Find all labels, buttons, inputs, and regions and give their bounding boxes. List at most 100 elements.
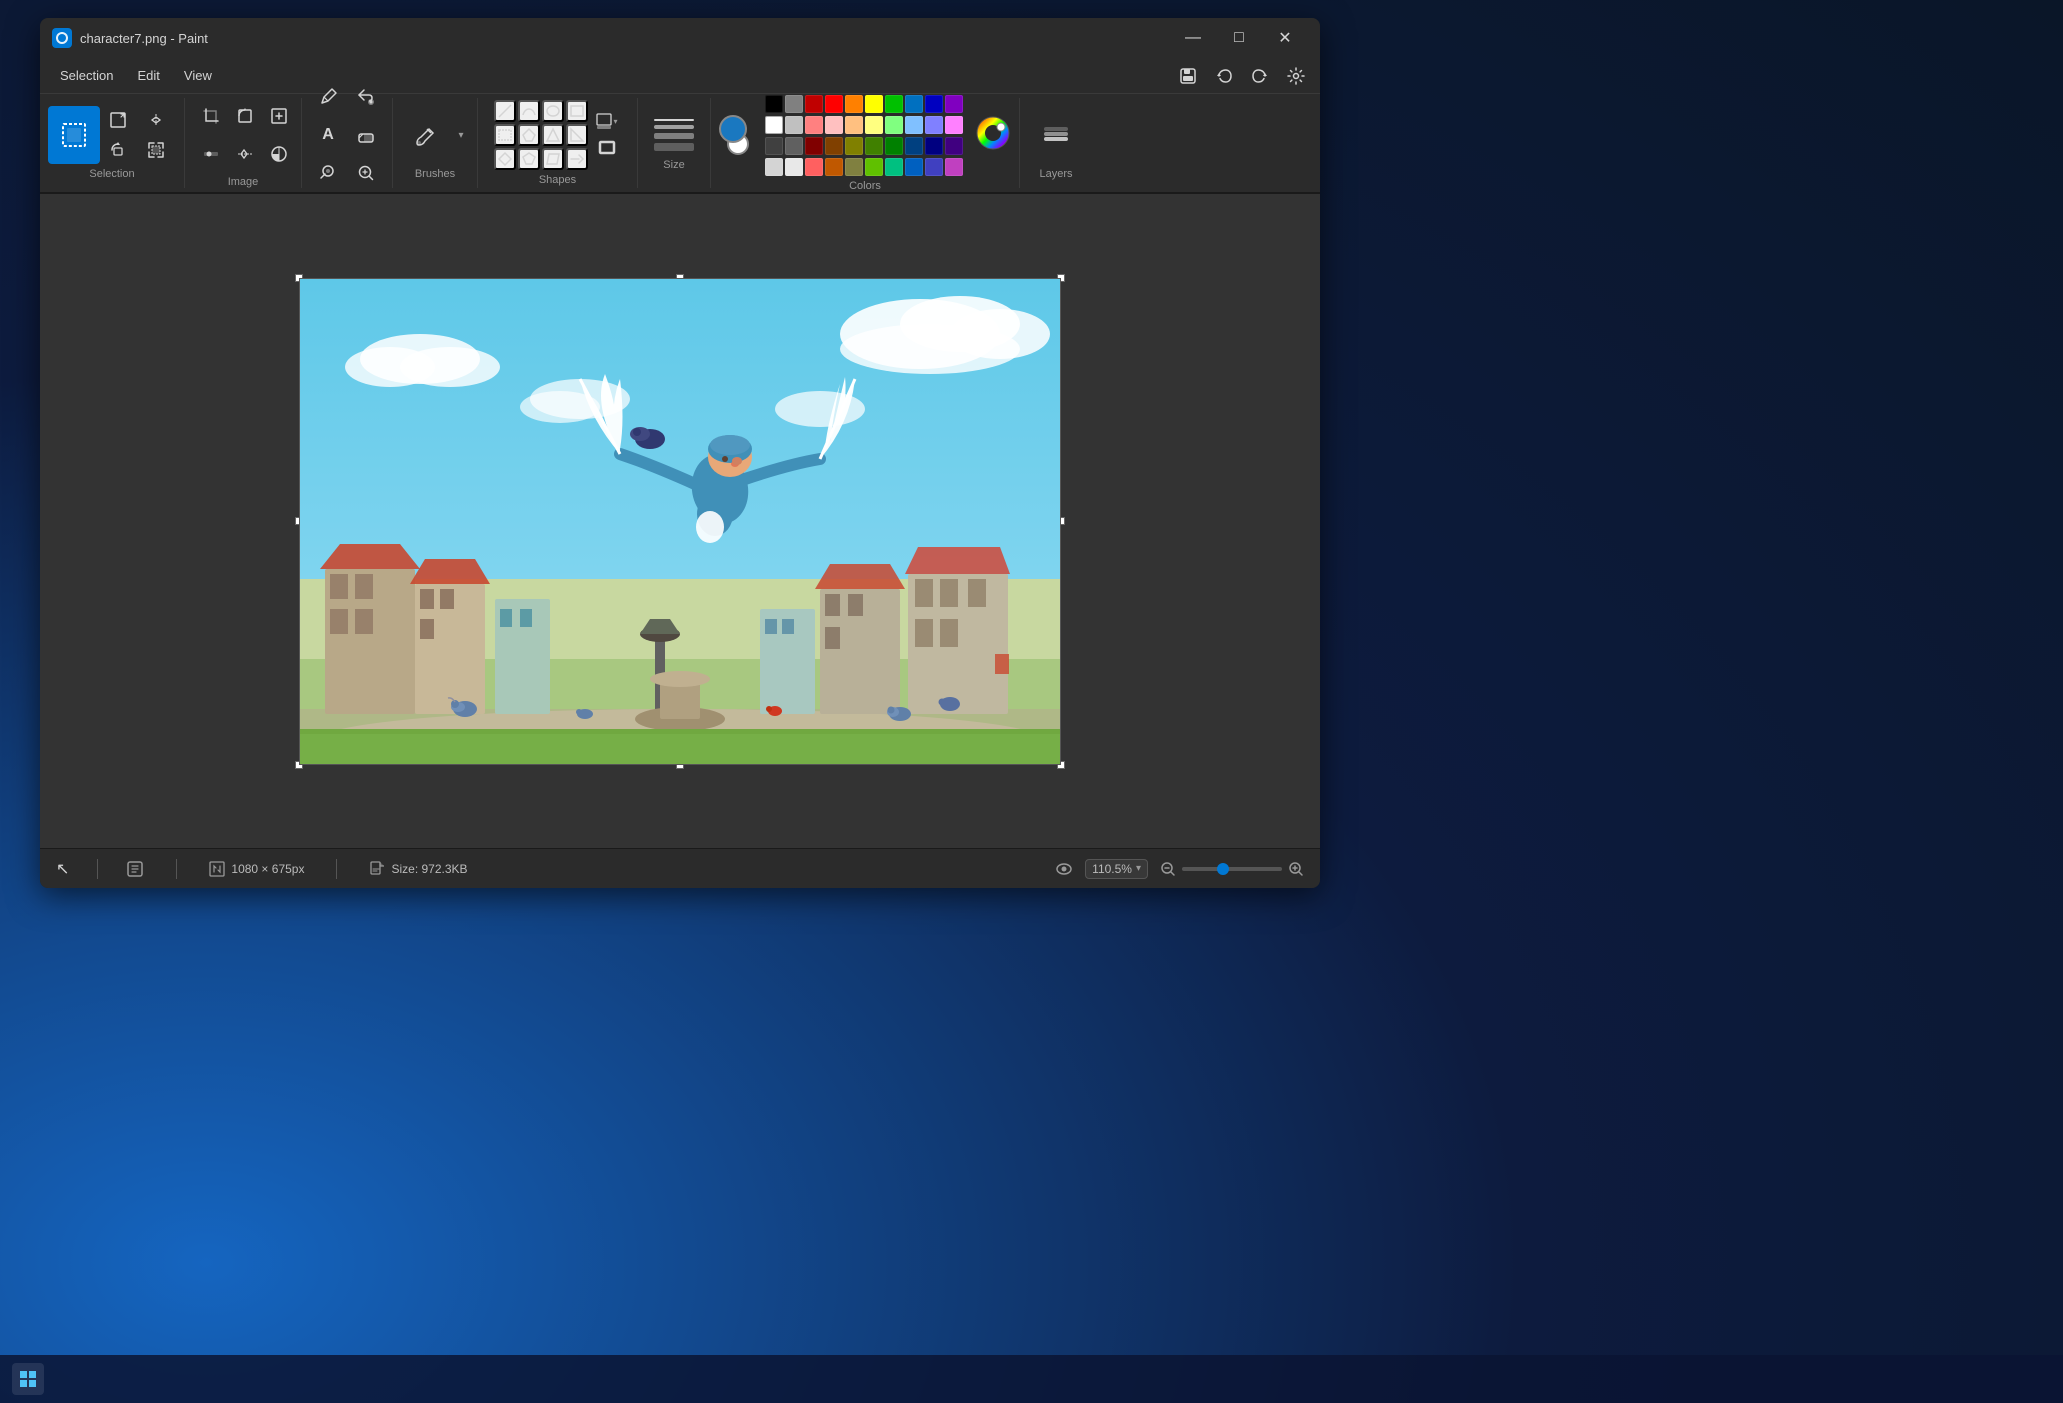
undo-button[interactable] [1208, 62, 1240, 90]
shape-triangle[interactable] [542, 124, 564, 146]
color-swatch-cornflower[interactable] [905, 158, 923, 176]
color-swatch-yellow[interactable] [865, 95, 883, 113]
color-swatch-lightyellow[interactable] [865, 116, 883, 134]
view-options-btn[interactable] [1055, 860, 1073, 878]
color-swatch-lightgreen[interactable] [885, 116, 903, 134]
color-swatch-orange[interactable] [845, 95, 863, 113]
save-button[interactable] [1172, 62, 1204, 90]
zoom-dropdown[interactable]: 110.5% ▾ [1085, 859, 1148, 879]
close-button[interactable]: ✕ [1262, 22, 1308, 54]
shape-ellipse[interactable] [542, 100, 564, 122]
shape-fill-dropdown[interactable]: ▾ [592, 108, 622, 134]
color-swatch-darkred[interactable] [805, 95, 823, 113]
color-swatch-slateblue[interactable] [925, 158, 943, 176]
color-swatch-aqua[interactable] [885, 158, 903, 176]
eraser-button[interactable] [348, 117, 384, 153]
color-swatch-white[interactable] [765, 116, 783, 134]
color-swatch-blue[interactable] [905, 95, 923, 113]
selection-button[interactable] [48, 106, 100, 164]
size-selector[interactable] [646, 115, 702, 155]
fill-button[interactable] [348, 79, 384, 115]
menu-edit[interactable]: Edit [125, 64, 171, 87]
color-swatch-red[interactable] [825, 95, 843, 113]
color-swatch-chartreuse[interactable] [865, 158, 883, 176]
color-swatch-gray[interactable] [785, 95, 803, 113]
flip-h-button[interactable] [140, 106, 172, 134]
shape-pentagon[interactable] [518, 148, 540, 170]
brushes-dropdown[interactable]: ▾ [453, 106, 469, 164]
color-swatch-olive[interactable] [845, 137, 863, 155]
color-swatch-magenta[interactable] [945, 116, 963, 134]
adjust-btn[interactable] [193, 136, 229, 172]
color-swatch-sienna[interactable] [825, 158, 843, 176]
shape-line[interactable] [494, 100, 516, 122]
color-swatch-khaki[interactable] [845, 158, 863, 176]
shape-polygon[interactable] [518, 124, 540, 146]
color-swatch-salmon[interactable] [805, 158, 823, 176]
redo-button[interactable] [1244, 62, 1276, 90]
settings-button[interactable] [1280, 62, 1312, 90]
color-swatch-navy[interactable] [905, 137, 923, 155]
crop-button[interactable] [193, 98, 229, 134]
color-swatch-lightblue[interactable] [905, 116, 923, 134]
color-swatch-teal[interactable] [885, 137, 903, 155]
color-swatch-darkblue[interactable] [925, 95, 943, 113]
zoom-in-button[interactable] [1288, 861, 1304, 877]
resize-crop-btn[interactable] [261, 98, 297, 134]
ribbon-group-layers: Layers [1020, 98, 1092, 188]
shape-parallelogram[interactable] [542, 148, 564, 170]
shape-curve[interactable] [518, 100, 540, 122]
start-button[interactable] [12, 1363, 44, 1395]
menu-file[interactable]: Selection [48, 64, 125, 87]
maximize-button[interactable]: □ [1216, 22, 1262, 54]
color-swatch-lightred[interactable] [805, 116, 823, 134]
size-label: Size [663, 159, 684, 171]
resize-button[interactable] [102, 106, 134, 134]
shape-arrow[interactable] [566, 148, 588, 170]
color-swatch-silver[interactable] [785, 116, 803, 134]
flip-v-btn[interactable] [227, 136, 263, 172]
color-swatch-lime[interactable] [865, 137, 883, 155]
pencil-button[interactable] [310, 79, 346, 115]
zoom-out-button[interactable] [1160, 861, 1176, 877]
color-swatch-brown[interactable] [825, 137, 843, 155]
color-swatch-green[interactable] [885, 95, 903, 113]
zoom-slider[interactable] [1182, 867, 1282, 871]
layers-button[interactable] [1030, 106, 1082, 164]
color-swatch-maroon[interactable] [805, 137, 823, 155]
ribbon: Selection [40, 94, 1320, 194]
color-swatch-black[interactable] [765, 95, 783, 113]
color-swatch-darkgray1[interactable] [765, 137, 783, 155]
shape-diamond[interactable] [494, 148, 516, 170]
text-button[interactable]: A [310, 117, 346, 153]
color-swatch-pink[interactable] [825, 116, 843, 134]
invert-btn[interactable] [261, 136, 297, 172]
select-all-button[interactable] [140, 136, 172, 164]
zoom-slider-thumb[interactable] [1217, 863, 1229, 875]
menu-view[interactable]: View [172, 64, 224, 87]
color-swatch-lavender[interactable] [925, 116, 943, 134]
color-wheel-button[interactable] [975, 115, 1011, 156]
foreground-color[interactable] [719, 115, 747, 143]
flip-rotate-btn[interactable] [227, 98, 263, 134]
minimize-button[interactable]: — [1170, 22, 1216, 54]
shape-outline-dropdown[interactable] [592, 136, 622, 162]
shape-rect[interactable] [566, 100, 588, 122]
color-picker-button[interactable] [310, 155, 346, 191]
canvas-wrapper [299, 278, 1061, 765]
color-swatch-lightgray2[interactable] [785, 158, 803, 176]
shape-rect-select[interactable] [494, 124, 516, 146]
color-swatch-violet[interactable] [945, 158, 963, 176]
view-toggle[interactable] [126, 860, 144, 878]
zoom-button[interactable] [348, 155, 384, 191]
color-swatch-purple[interactable] [945, 95, 963, 113]
canvas-area[interactable] [40, 194, 1320, 848]
shape-right-triangle[interactable] [566, 124, 588, 146]
color-swatch-indigo[interactable] [945, 137, 963, 155]
brushes-main-button[interactable] [401, 106, 449, 164]
color-swatch-peach[interactable] [845, 116, 863, 134]
rotate-button[interactable] [102, 136, 134, 164]
color-swatch-darkgray2[interactable] [785, 137, 803, 155]
color-swatch-lightgray1[interactable] [765, 158, 783, 176]
color-swatch-darknavy[interactable] [925, 137, 943, 155]
